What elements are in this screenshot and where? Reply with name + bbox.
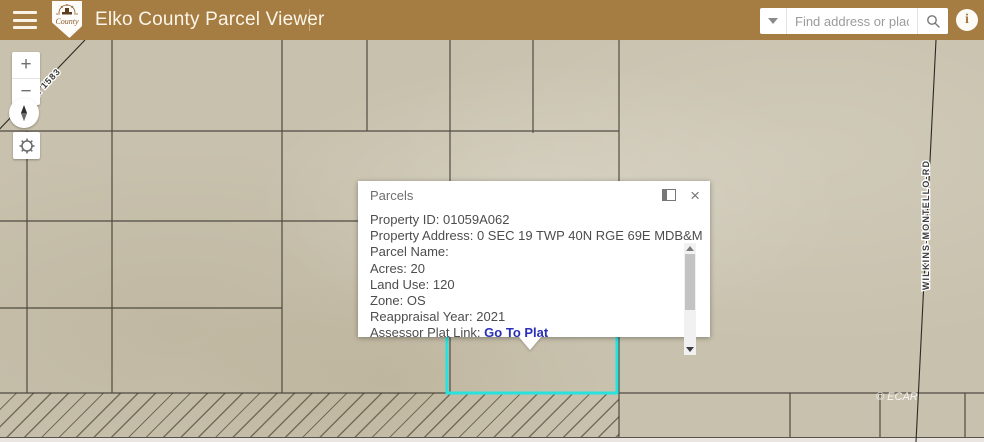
popup-field-land-use: Land Use: 120 <box>370 277 676 293</box>
popup-field-reappraisal-year: Reappraisal Year: 2021 <box>370 309 676 325</box>
app-header: County Elko County Parcel Viewer i <box>0 0 984 40</box>
search-widget <box>760 8 948 34</box>
popup-header: Parcels × <box>358 181 710 209</box>
popup-title: Parcels <box>370 188 662 203</box>
svg-text:County: County <box>55 17 79 26</box>
popup-field-property-address: Property Address: 0 SEC 19 TWP 40N RGE 6… <box>370 228 676 244</box>
header-divider <box>309 9 310 31</box>
popup-field-acres: Acres: 20 <box>370 261 676 277</box>
gear-icon <box>19 138 35 154</box>
zoom-controls: + − <box>12 52 40 105</box>
search-button[interactable] <box>917 8 948 34</box>
magnifier-icon <box>926 14 941 29</box>
hamburger-menu-icon[interactable] <box>13 11 37 29</box>
road-label-wilkins-montello: WILKINS-MONTELLO-RD <box>921 160 931 290</box>
info-button[interactable]: i <box>956 9 978 31</box>
scroll-down-icon[interactable] <box>686 347 694 352</box>
map-canvas[interactable]: BLM 1583 WILKINS-MONTELLO-RD © ECAR + − <box>0 40 984 442</box>
parcel-info-popup: Parcels × Property ID: 01059A062 Propert… <box>358 181 710 337</box>
close-icon[interactable]: × <box>690 187 700 204</box>
settings-gear-button[interactable] <box>13 132 40 159</box>
county-seal-icon: County <box>52 1 82 38</box>
map-attribution: © ECAR <box>876 391 918 403</box>
page-title: Elko County Parcel Viewer <box>95 9 325 31</box>
popup-scrollbar[interactable] <box>684 243 696 355</box>
scroll-up-icon[interactable] <box>686 246 694 251</box>
compass-needle-icon <box>15 104 33 122</box>
popup-pointer <box>519 337 541 350</box>
search-source-dropdown[interactable] <box>760 8 787 34</box>
chevron-down-icon <box>768 18 778 24</box>
popup-field-property-id: Property ID: 01059A062 <box>370 212 676 228</box>
popup-body: Property ID: 01059A062 Property Address:… <box>358 209 710 342</box>
dock-popup-icon[interactable] <box>662 189 676 201</box>
elko-county-logo: County <box>52 1 82 38</box>
compass-button[interactable] <box>9 98 39 128</box>
scrollbar-thumb[interactable] <box>685 254 695 310</box>
search-input[interactable] <box>787 8 917 34</box>
parcel-viewer-app: BLM 1583 WILKINS-MONTELLO-RD © ECAR + − <box>0 0 984 442</box>
popup-field-zone: Zone: OS <box>370 293 676 309</box>
popup-field-parcel-name: Parcel Name: <box>370 244 676 260</box>
zoom-in-button[interactable]: + <box>12 52 40 79</box>
